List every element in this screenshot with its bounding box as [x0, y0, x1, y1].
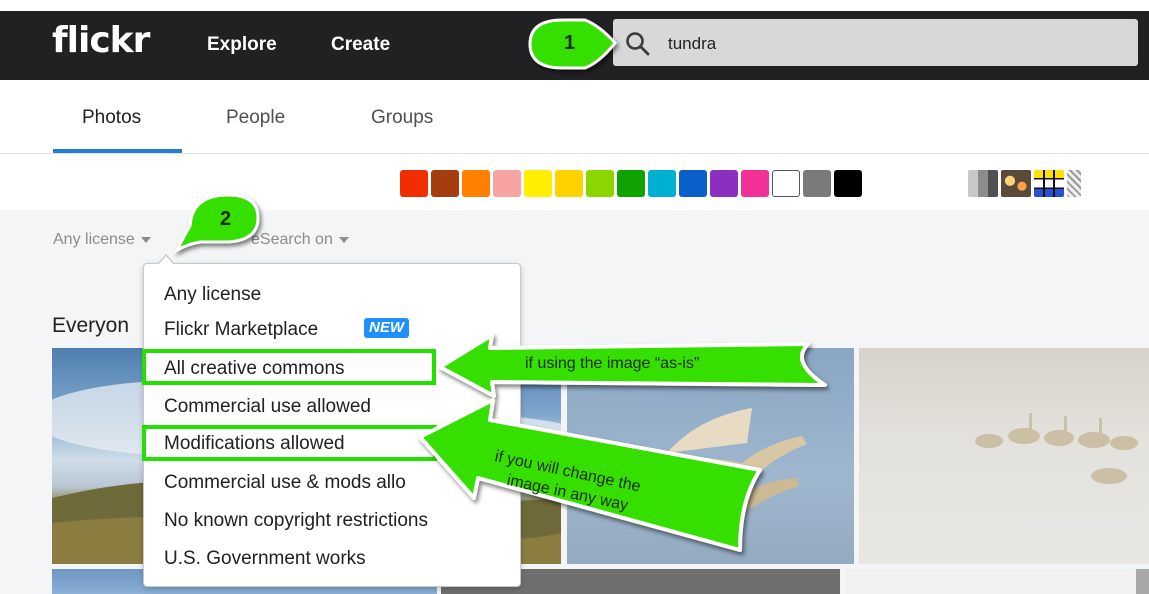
- callout-as-is-text: if using the image “as-is”: [525, 355, 700, 372]
- step-2-number: 2: [220, 208, 232, 230]
- step-2-bubble: [173, 193, 260, 254]
- step-1-number: 1: [564, 32, 576, 54]
